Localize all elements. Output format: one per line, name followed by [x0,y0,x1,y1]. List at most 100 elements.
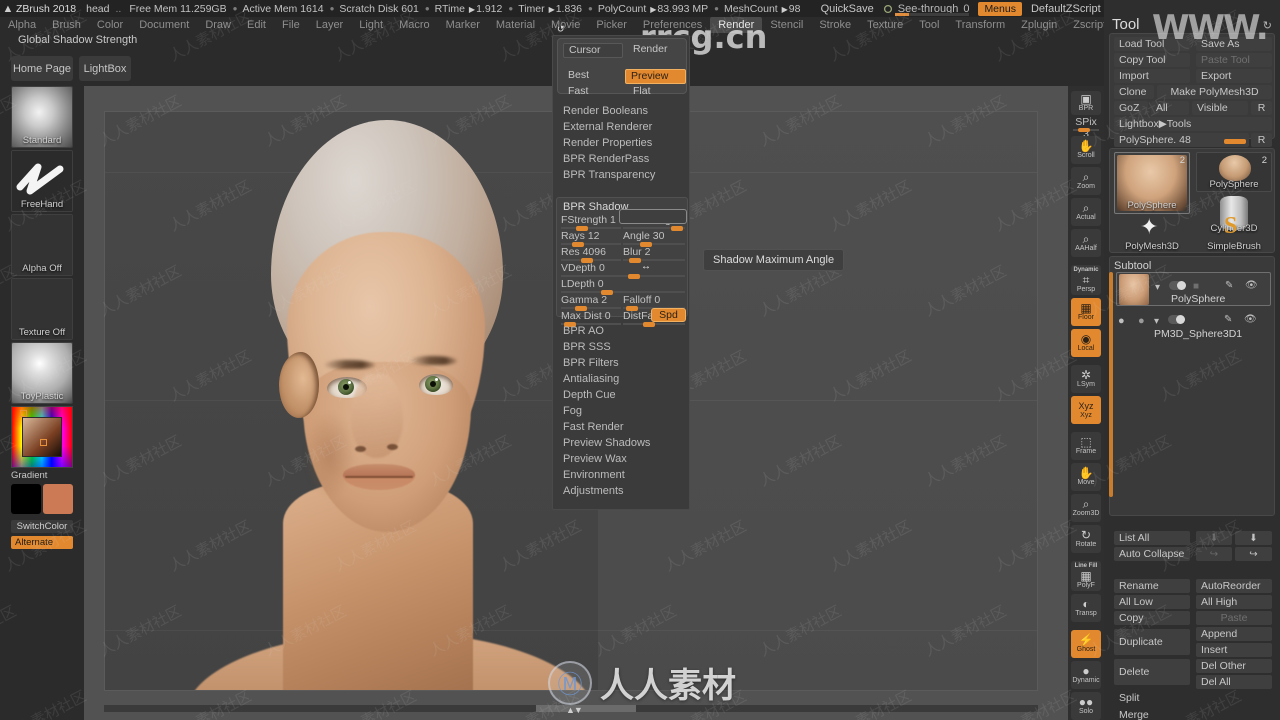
merge-button[interactable]: Merge [1114,708,1272,720]
texture-swatch[interactable]: Texture Off [11,278,73,340]
delete-button[interactable]: Delete [1114,659,1190,685]
render-menu-environment[interactable]: Environment [563,469,625,481]
stroke-swatch[interactable]: FreeHand [11,150,73,212]
render-menu-fast-render[interactable]: Fast Render [563,421,624,433]
paste-button[interactable]: Paste [1196,611,1272,625]
rotate-button[interactable]: ↻ Rotate [1071,525,1101,553]
eye-visibility-icon[interactable]: 👁 [1245,280,1258,291]
frame-button[interactable]: ⬚ Frame [1071,432,1101,460]
shadow-slider-fstrength[interactable]: FStrength 1 [561,214,621,231]
render-menu-bpr-renderpass[interactable]: BPR RenderPass [563,153,649,165]
split-button[interactable]: Split [1114,691,1272,705]
chevron-down-icon[interactable]: ▾ [1154,316,1159,327]
slider-knob[interactable] [643,322,655,327]
copy-button[interactable]: Copy [1114,611,1190,625]
move-button[interactable]: ✋ Move [1071,463,1101,491]
menus-button[interactable]: Menus [978,1,1022,16]
see-through-slider[interactable]: See-through 0 [883,3,969,16]
export-button[interactable]: Export [1196,69,1272,83]
flat-button[interactable]: Flat [628,85,686,100]
scroll-button[interactable]: ✋ Scroll [1071,136,1101,164]
alt-color-swatch[interactable] [43,484,73,514]
zoom3d-button[interactable]: ⌕ Zoom3D [1071,494,1101,522]
lightbox-button[interactable]: LightBox [79,56,131,81]
lsym-button[interactable]: ✲ LSym [1071,365,1101,393]
spix-knob[interactable] [1078,128,1090,132]
switch-color-button[interactable]: SwitchColor [11,520,73,533]
color-picker[interactable] [11,406,73,468]
shadow-slider-blur[interactable]: Blur 2 [623,246,685,263]
actual-button[interactable]: ⌕ Actual [1071,198,1101,226]
shadow-slider-ldepth[interactable]: LDepth 0 [561,278,685,295]
eye-visibility-icon-2[interactable]: 👁 [1244,314,1257,325]
subtool-row-polysphere[interactable]: ▾ ■ ✎ 👁 PolySphere [1116,272,1271,306]
slider-knob[interactable] [671,226,683,231]
subtool-visibility-toggle[interactable] [1169,281,1186,290]
shadow-slider-vdepth[interactable]: VDepth 0 [561,262,685,279]
goz-button[interactable]: GoZ [1114,101,1148,115]
goz-r-button[interactable]: R [1251,101,1272,115]
menu-item-tool[interactable]: Tool [911,17,947,33]
zoom-button[interactable]: ⌕ Zoom [1071,167,1101,195]
menu-item-file[interactable]: File [274,17,308,33]
render-menu-external-renderer[interactable]: External Renderer [563,121,652,133]
render-button[interactable]: Render [628,43,686,58]
floor-button[interactable]: ▦ Floor [1071,298,1101,326]
shadow-slider-max[interactable]: Max Dist 0 [561,310,621,327]
render-menu-fog[interactable]: Fog [563,405,582,417]
polypaint-brush-icon[interactable]: ✎ [1225,280,1233,291]
subtool-row-pm3d[interactable]: ● ● ▾ ✎ 👁 PM3D_Sphere3D1 [1116,307,1271,341]
append-button[interactable]: Append [1196,627,1272,641]
render-menu-preview-wax[interactable]: Preview Wax [563,453,627,465]
menu-item-light[interactable]: Light [351,17,391,33]
quicksave-button[interactable]: QuickSave [821,3,874,15]
persp-button[interactable]: Dynamic ⌗ Persp [1071,265,1101,295]
all-high-button[interactable]: All High [1196,595,1272,609]
render-menu-bpr-transparency[interactable]: BPR Transparency [563,169,655,181]
chevron-down-icon[interactable]: ▾ [1155,282,1160,293]
render-menu-preview-shadows[interactable]: Preview Shadows [563,437,650,449]
copy-tool-button[interactable]: Copy Tool [1114,53,1190,67]
indent-out-icon[interactable]: ↪ [1196,547,1232,561]
render-menu-handle-icon[interactable]: ↺ [557,24,564,35]
autoreorder-button[interactable]: AutoReorder [1196,579,1272,593]
menu-item-transform[interactable]: Transform [947,17,1013,33]
make-polymesh3d-button[interactable]: Make PolyMesh3D [1157,85,1272,99]
render-menu-render-booleans[interactable]: Render Booleans [563,105,648,117]
local-button[interactable]: ◉ Local [1071,329,1101,357]
menu-item-draw[interactable]: Draw [197,17,239,33]
polysphere-r-button[interactable]: R [1251,133,1272,147]
cursor-button[interactable]: Cursor [563,43,623,58]
visible-button[interactable]: Visible [1192,101,1248,115]
lightbox-tools-button[interactable]: Lightbox▶Tools [1114,117,1272,131]
fast-button[interactable]: Fast [563,85,623,100]
scrollbar-thumb[interactable] [536,705,636,712]
move-down-arrow-icon[interactable]: ⬇ [1235,531,1272,545]
dynamic-button[interactable]: ● Dynamic [1071,661,1101,689]
menu-item-stencil[interactable]: Stencil [762,17,811,33]
render-menu-bpr-sss[interactable]: BPR SSS [563,341,611,353]
shadow-slider-rays[interactable]: Rays 12 [561,230,621,247]
tool-thumb-polysphere-1[interactable]: 2 PolySphere [1114,152,1190,214]
brush-swatch[interactable]: Standard [11,86,73,148]
all-button[interactable]: All [1151,101,1189,115]
render-menu-bpr-filters[interactable]: BPR Filters [563,357,619,369]
tool-thumb-simplebrush[interactable]: S SimpleBrush [1196,213,1272,254]
bpr-button[interactable]: ▣ BPR [1071,91,1101,115]
menu-item-alpha[interactable]: Alpha [0,17,44,33]
menu-item-material[interactable]: Material [488,17,543,33]
menu-item-movie[interactable]: Movie [543,17,588,33]
render-menu-depth-cue[interactable]: Depth Cue [563,389,616,401]
subtool-lock-icon[interactable]: ■ [1193,281,1199,292]
menu-item-brush[interactable]: Brush [44,17,89,33]
indent-in-icon[interactable]: ↪ [1235,547,1272,561]
insert-button[interactable]: Insert [1196,643,1272,657]
canvas-updown-icon[interactable]: ▲▼ [566,705,583,715]
shadow-slider-gamma[interactable]: Gamma 2 [561,294,621,311]
menu-item-layer[interactable]: Layer [308,17,352,33]
home-page-button[interactable]: Home Page [11,56,73,81]
menu-item-color[interactable]: Color [89,17,131,33]
menu-item-stroke[interactable]: Stroke [811,17,859,33]
polypaint-brush-icon-2[interactable]: ✎ [1224,314,1232,325]
menu-item-macro[interactable]: Macro [391,17,438,33]
